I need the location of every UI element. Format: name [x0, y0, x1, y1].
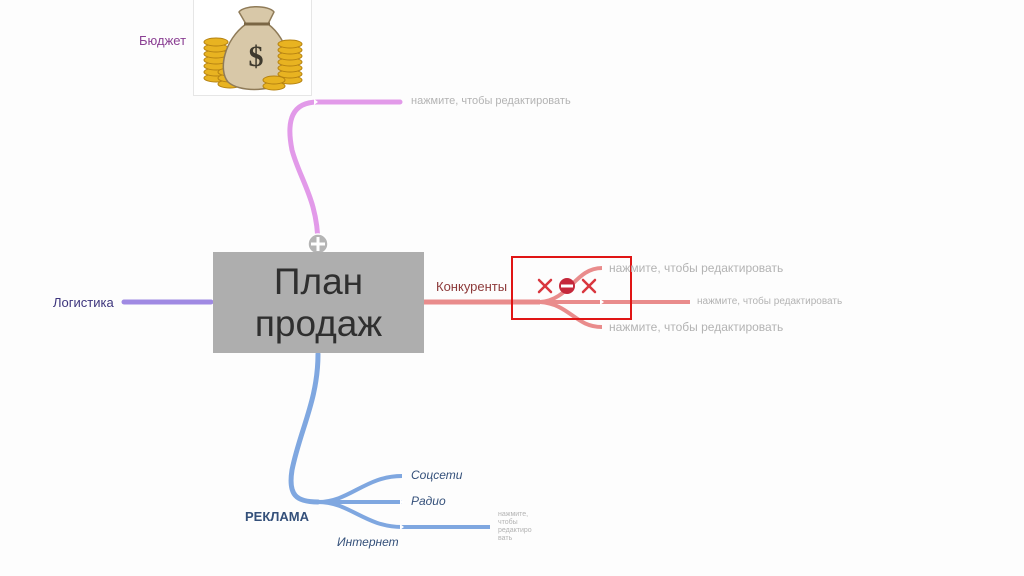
internet-child-placeholder-line: нажмите,: [498, 511, 529, 518]
internet-child-placeholder-line: редактиро: [498, 527, 532, 534]
budget-branch[interactable]: [287, 99, 403, 249]
advertising-child-branch-internet[interactable]: [317, 500, 490, 529]
budget-child-placeholder[interactable]: нажмите, чтобы редактировать: [411, 95, 571, 107]
advertising-child-socseti[interactable]: Соцсети: [411, 468, 462, 482]
advertising-child-internet[interactable]: Интернет: [337, 535, 399, 549]
competitors-child-2[interactable]: нажмите, чтобы редактировать: [697, 296, 842, 307]
competitors-label[interactable]: Конкуренты: [436, 279, 507, 294]
logistics-label[interactable]: Логистика: [53, 295, 114, 310]
advertising-label[interactable]: РЕКЛАМА: [245, 509, 309, 524]
internet-child-placeholder-line: вать: [498, 535, 513, 542]
radio-node-marker: [400, 499, 404, 505]
central-topic-line-1: План: [273, 260, 364, 302]
money-bag-icon: $: [203, 6, 303, 91]
competitors-child-3[interactable]: нажмите, чтобы редактировать: [609, 320, 783, 334]
advertising-child-branch-socseti[interactable]: [317, 474, 403, 504]
svg-text:$: $: [249, 40, 264, 73]
internet-child-placeholder-line: чтобы: [498, 519, 518, 526]
budget-label[interactable]: Бюджет: [139, 33, 186, 48]
advertising-branch[interactable]: [288, 351, 321, 505]
budget-image[interactable]: $: [193, 0, 312, 96]
internet-child-placeholder[interactable]: нажмите, чтобы редактиро вать: [498, 511, 532, 543]
internet-node-marker: [400, 524, 404, 530]
competitors-child-1[interactable]: нажмите, чтобы редактировать: [609, 261, 783, 275]
advertising-child-radio[interactable]: Радио: [411, 494, 446, 508]
add-topic-button[interactable]: [307, 233, 329, 255]
central-topic-line-2: продаж: [254, 302, 383, 344]
central-topic[interactable]: План продаж: [213, 252, 424, 353]
